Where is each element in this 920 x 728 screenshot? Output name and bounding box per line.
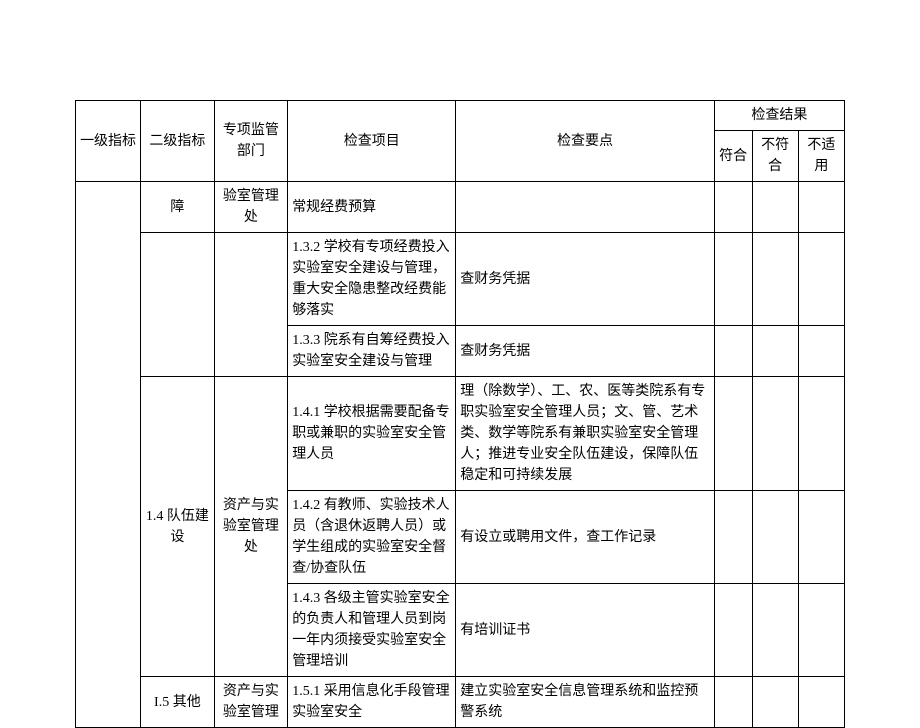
cell-nonconform xyxy=(752,491,798,584)
cell-conform xyxy=(714,233,752,326)
cell-dept: 验室管理处 xyxy=(214,182,288,233)
cell-na xyxy=(798,677,844,728)
header-conform: 符合 xyxy=(714,131,752,182)
cell-nonconform xyxy=(752,326,798,377)
table-row: 障 验室管理处 常规经费预算 xyxy=(76,182,845,233)
cell-point: 有设立或聘用文件，查工作记录 xyxy=(456,491,714,584)
cell-na xyxy=(798,491,844,584)
header-result-group: 检查结果 xyxy=(714,101,844,131)
header-point: 检查要点 xyxy=(456,101,714,182)
cell-level2 xyxy=(141,233,215,377)
cell-na xyxy=(798,182,844,233)
header-na: 不适用 xyxy=(798,131,844,182)
cell-level2: I.5 其他 xyxy=(141,677,215,728)
cell-na xyxy=(798,233,844,326)
header-nonconform: 不符合 xyxy=(752,131,798,182)
header-level1: 一级指标 xyxy=(76,101,141,182)
cell-point: 有培训证书 xyxy=(456,584,714,677)
cell-nonconform xyxy=(752,677,798,728)
cell-item: 1.4.3 各级主管实验室安全的负责人和管理人员到岗一年内须接受实验室安全管理培… xyxy=(288,584,456,677)
header-dept: 专项监管部门 xyxy=(214,101,288,182)
cell-dept xyxy=(214,233,288,377)
cell-point: 查财务凭据 xyxy=(456,326,714,377)
cell-level2: 1.4 队伍建设 xyxy=(141,377,215,677)
cell-dept: 资产与实验室管理 xyxy=(214,677,288,728)
cell-item: 1.4.2 有教师、实验技术人员（含退休返聘人员）或学生组成的实验室安全督查/协… xyxy=(288,491,456,584)
cell-conform xyxy=(714,182,752,233)
table-row: I.5 其他 资产与实验室管理 1.5.1 采用信息化手段管理实验室安全 建立实… xyxy=(76,677,845,728)
cell-conform xyxy=(714,491,752,584)
cell-nonconform xyxy=(752,377,798,491)
cell-na xyxy=(798,326,844,377)
cell-item: 1.3.2 学校有专项经费投入实验室安全建设与管理，重大安全隐患整改经费能够落实 xyxy=(288,233,456,326)
cell-point: 建立实验室安全信息管理系统和监控预警系统 xyxy=(456,677,714,728)
cell-level1 xyxy=(76,182,141,728)
cell-item: 1.3.3 院系有自筹经费投入实验室安全建设与管理 xyxy=(288,326,456,377)
cell-item: 1.4.1 学校根据需要配备专职或兼职的实验室安全管理人员 xyxy=(288,377,456,491)
table-row: 1.3.2 学校有专项经费投入实验室安全建设与管理，重大安全隐患整改经费能够落实… xyxy=(76,233,845,326)
cell-na xyxy=(798,584,844,677)
cell-dept: 资产与实验室管理处 xyxy=(214,377,288,677)
cell-point xyxy=(456,182,714,233)
header-item: 检查项目 xyxy=(288,101,456,182)
inspection-table: 一级指标 二级指标 专项监管部门 检查项目 检查要点 检查结果 符合 不符合 不… xyxy=(75,100,845,728)
cell-conform xyxy=(714,584,752,677)
cell-point: 理（除数学）、工、农、医等类院系有专职实验室安全管理人员；文、管、艺术类、数学等… xyxy=(456,377,714,491)
cell-item: 常规经费预算 xyxy=(288,182,456,233)
header-level2: 二级指标 xyxy=(141,101,215,182)
cell-point: 查财务凭据 xyxy=(456,233,714,326)
cell-nonconform xyxy=(752,584,798,677)
table-row: 1.4 队伍建设 资产与实验室管理处 1.4.1 学校根据需要配备专职或兼职的实… xyxy=(76,377,845,491)
cell-nonconform xyxy=(752,182,798,233)
cell-level2: 障 xyxy=(141,182,215,233)
cell-item: 1.5.1 采用信息化手段管理实验室安全 xyxy=(288,677,456,728)
cell-conform xyxy=(714,677,752,728)
cell-nonconform xyxy=(752,233,798,326)
cell-na xyxy=(798,377,844,491)
cell-conform xyxy=(714,326,752,377)
cell-conform xyxy=(714,377,752,491)
